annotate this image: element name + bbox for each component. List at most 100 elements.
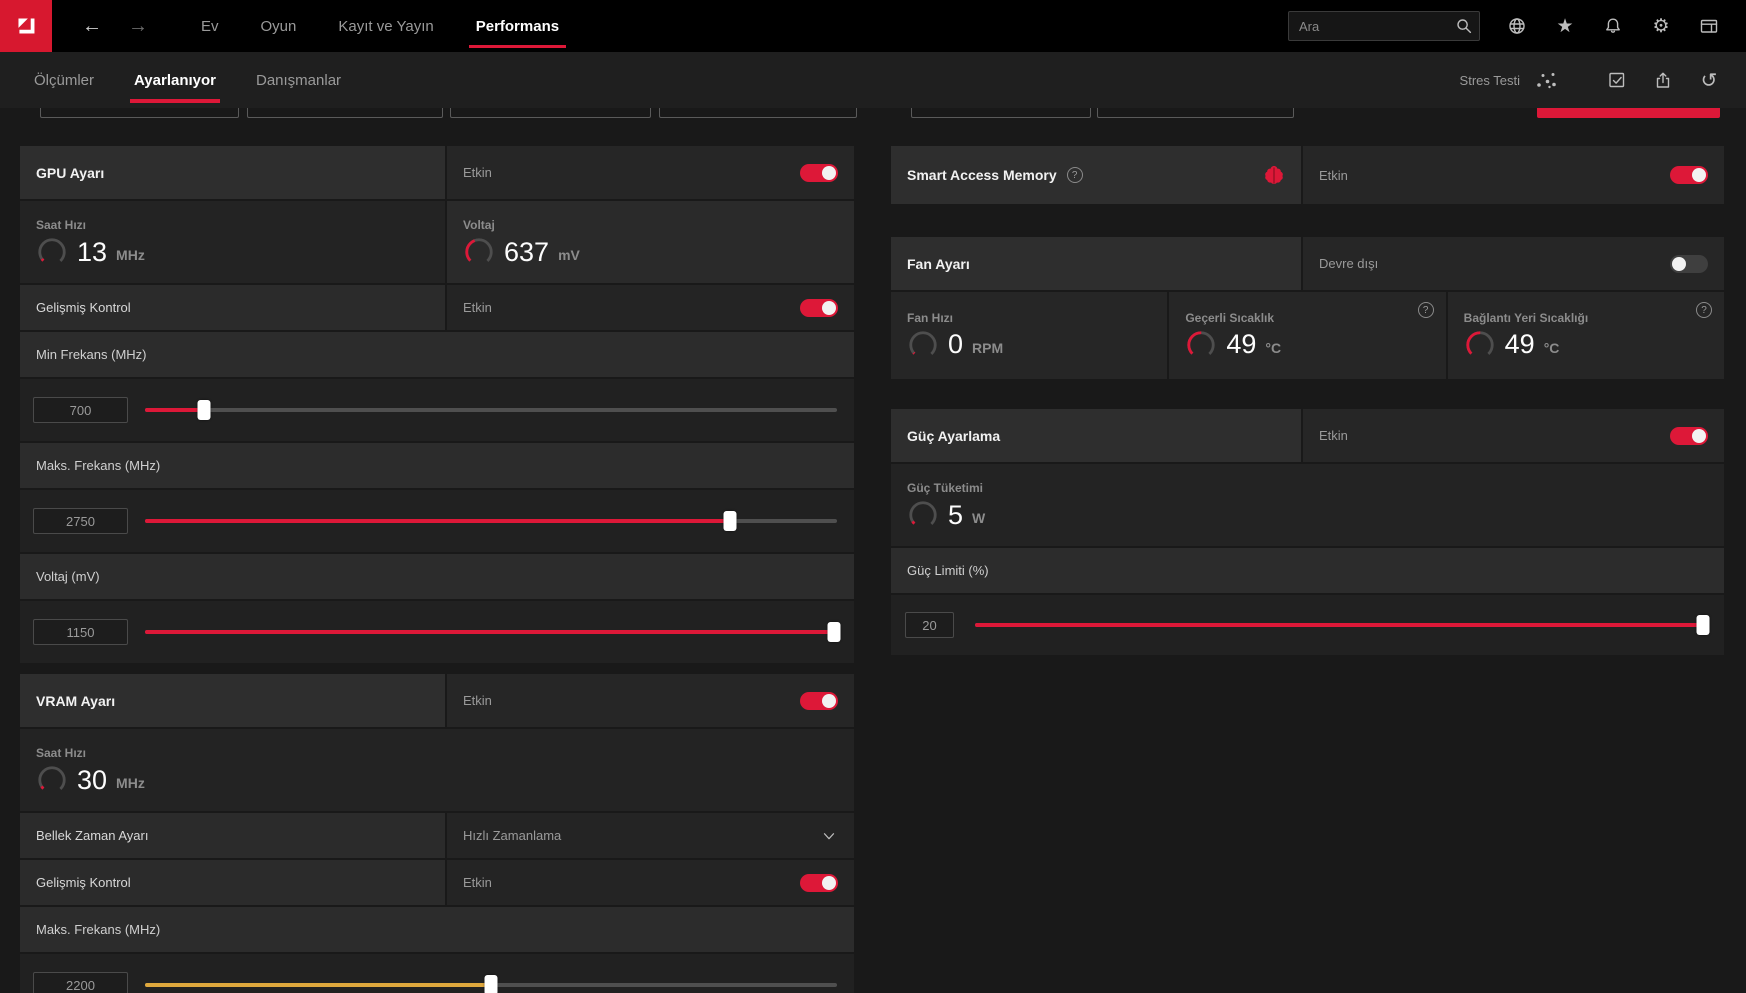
search-input[interactable] (1288, 11, 1480, 41)
reset-icon[interactable]: ↺ (1698, 69, 1720, 92)
junction-temp-gauge-icon (1466, 330, 1494, 359)
apply-check-icon[interactable] (1606, 69, 1628, 91)
chevron-down-icon[interactable] (820, 827, 838, 845)
amd-logo[interactable] (0, 0, 52, 52)
vram-enabled-toggle[interactable] (800, 691, 838, 710)
gpu-min-freq-slider[interactable] (145, 400, 837, 420)
gpu-clock-stat: Saat Hızı 13 MHz (20, 201, 445, 283)
gpu-enabled-toggle[interactable] (800, 163, 838, 182)
vram-status-cell: Etkin (447, 674, 854, 727)
fan-toggle[interactable] (1670, 254, 1708, 273)
power-consumption-stat: Güç Tüketimi 5 W (891, 464, 1724, 546)
sam-status-text: Etkin (1319, 167, 1348, 183)
forward-button[interactable]: → (126, 15, 150, 38)
sam-help-icon[interactable]: ? (1066, 167, 1083, 183)
fan-speed-gauge-icon (909, 330, 937, 359)
slider-thumb[interactable] (197, 400, 211, 420)
vram-advanced-toggle[interactable] (800, 873, 838, 892)
gpu-voltage-slider-row (20, 601, 854, 663)
toggle-knob (1692, 428, 1706, 443)
gpu-min-freq-label: Min Frekans (MHz) (36, 347, 147, 362)
tab-advisors[interactable]: Danışmanlar (236, 52, 361, 108)
fan-speed-stat: Fan Hızı 0 RPM (891, 292, 1168, 379)
gpu-advanced-status-cell: Etkin (447, 285, 854, 330)
preset-button-4[interactable] (659, 108, 857, 118)
preset-button-6[interactable] (1097, 108, 1294, 118)
gpu-clock-label: Saat Hızı (36, 218, 87, 232)
power-consumption-value: 5 (948, 499, 964, 530)
vram-timing-label: Bellek Zaman Ayarı (36, 828, 149, 843)
vram-advanced-status-cell: Etkin (447, 860, 854, 905)
gpu-status-text: Etkin (463, 165, 492, 180)
slider-thumb[interactable] (723, 511, 737, 531)
slider-thumb[interactable] (827, 622, 841, 642)
gpu-advanced-label: Gelişmiş Kontrol (36, 300, 131, 315)
gpu-title-cell: GPU Ayarı (20, 146, 445, 199)
back-button[interactable]: ← (80, 15, 104, 38)
overlay-panel-icon[interactable] (1698, 15, 1720, 37)
gpu-max-freq-slider[interactable] (145, 511, 837, 531)
gpu-min-freq-input[interactable] (33, 397, 128, 423)
globe-icon[interactable] (1506, 15, 1528, 37)
slider-track[interactable] (145, 408, 837, 412)
vram-clock-value: 30 (77, 764, 108, 795)
performance-tabs: Ölçümler Ayarlanıyor Danışmanlar (14, 52, 361, 108)
preset-button-5[interactable] (911, 108, 1091, 118)
gear-icon[interactable]: ⚙ (1650, 15, 1672, 37)
gpu-advanced-status: Etkin (463, 300, 492, 315)
gpu-advanced-toggle[interactable] (800, 298, 838, 317)
power-status-text: Etkin (1319, 428, 1348, 443)
sam-toggle[interactable] (1670, 166, 1708, 184)
gpu-card-title: GPU Ayarı (36, 164, 105, 181)
fan-status-text: Devre dışı (1319, 256, 1379, 271)
slider-thumb[interactable] (484, 975, 498, 993)
vram-max-freq-input[interactable] (33, 972, 128, 993)
share-icon[interactable] (1652, 69, 1674, 91)
gpu-voltage-stat: Voltaj 637 mV (447, 201, 854, 283)
gpu-max-freq-input[interactable] (33, 508, 128, 534)
toggle-knob (822, 875, 836, 890)
subbar-actions: Stres Testi ↺ (1460, 69, 1746, 92)
toggle-knob (822, 165, 836, 180)
nav-item-record-stream[interactable]: Kayıt ve Yayın (317, 0, 454, 52)
brain-icon (1261, 164, 1287, 186)
nav-item-gaming[interactable]: Oyun (240, 0, 318, 52)
junction-temp-help-icon[interactable]: ? (1695, 302, 1712, 318)
slider-thumb[interactable] (1696, 615, 1710, 635)
power-limit-input[interactable] (905, 612, 954, 638)
preset-button-2[interactable] (247, 108, 443, 118)
stress-test-label: Stres Testi (1459, 72, 1520, 88)
current-temp-help-icon[interactable]: ? (1417, 302, 1434, 318)
power-limit-slider-row (891, 595, 1724, 655)
share-glyph (1656, 72, 1670, 88)
power-limit-slider-cell (891, 595, 1724, 655)
power-limit-slider[interactable] (975, 615, 1710, 635)
vram-timing-select[interactable]: Hızlı Zamanlama (447, 813, 854, 858)
power-stat-row: Güç Tüketimi 5 W (891, 464, 1724, 546)
preset-button-1[interactable] (40, 108, 239, 118)
gpu-voltage-input[interactable] (33, 619, 128, 645)
vram-max-freq-slider[interactable] (145, 975, 837, 993)
vram-max-freq-label: Maks. Frekans (MHz) (36, 922, 161, 937)
toggle-knob (822, 300, 836, 315)
bell-icon[interactable] (1602, 15, 1624, 37)
tab-tuning[interactable]: Ayarlanıyor (114, 52, 236, 108)
gpu-voltage-slider-label: Voltaj (mV) (36, 569, 100, 584)
apply-button[interactable] (1537, 108, 1720, 118)
nav-item-performance[interactable]: Performans (455, 0, 580, 52)
globe-glyph (1509, 18, 1525, 34)
preset-button-3[interactable] (450, 108, 651, 118)
star-icon[interactable]: ★ (1554, 15, 1576, 37)
stress-test-button[interactable]: Stres Testi (1460, 70, 1558, 90)
search-icon[interactable] (1454, 16, 1474, 36)
gpu-clock-value: 13 (77, 236, 108, 267)
power-toggle[interactable] (1670, 426, 1708, 445)
fan-title-cell: Fan Ayarı (891, 237, 1301, 290)
fan-status-cell: Devre dışı (1303, 237, 1724, 290)
current-temp-label: Geçerli Sıcaklık (1185, 310, 1275, 325)
nav-item-home[interactable]: Ev (180, 0, 240, 52)
search-box (1288, 11, 1480, 41)
tab-metrics[interactable]: Ölçümler (14, 52, 114, 108)
gpu-voltage-slider[interactable] (145, 622, 841, 642)
current-temp-value: 49 (1226, 329, 1257, 359)
